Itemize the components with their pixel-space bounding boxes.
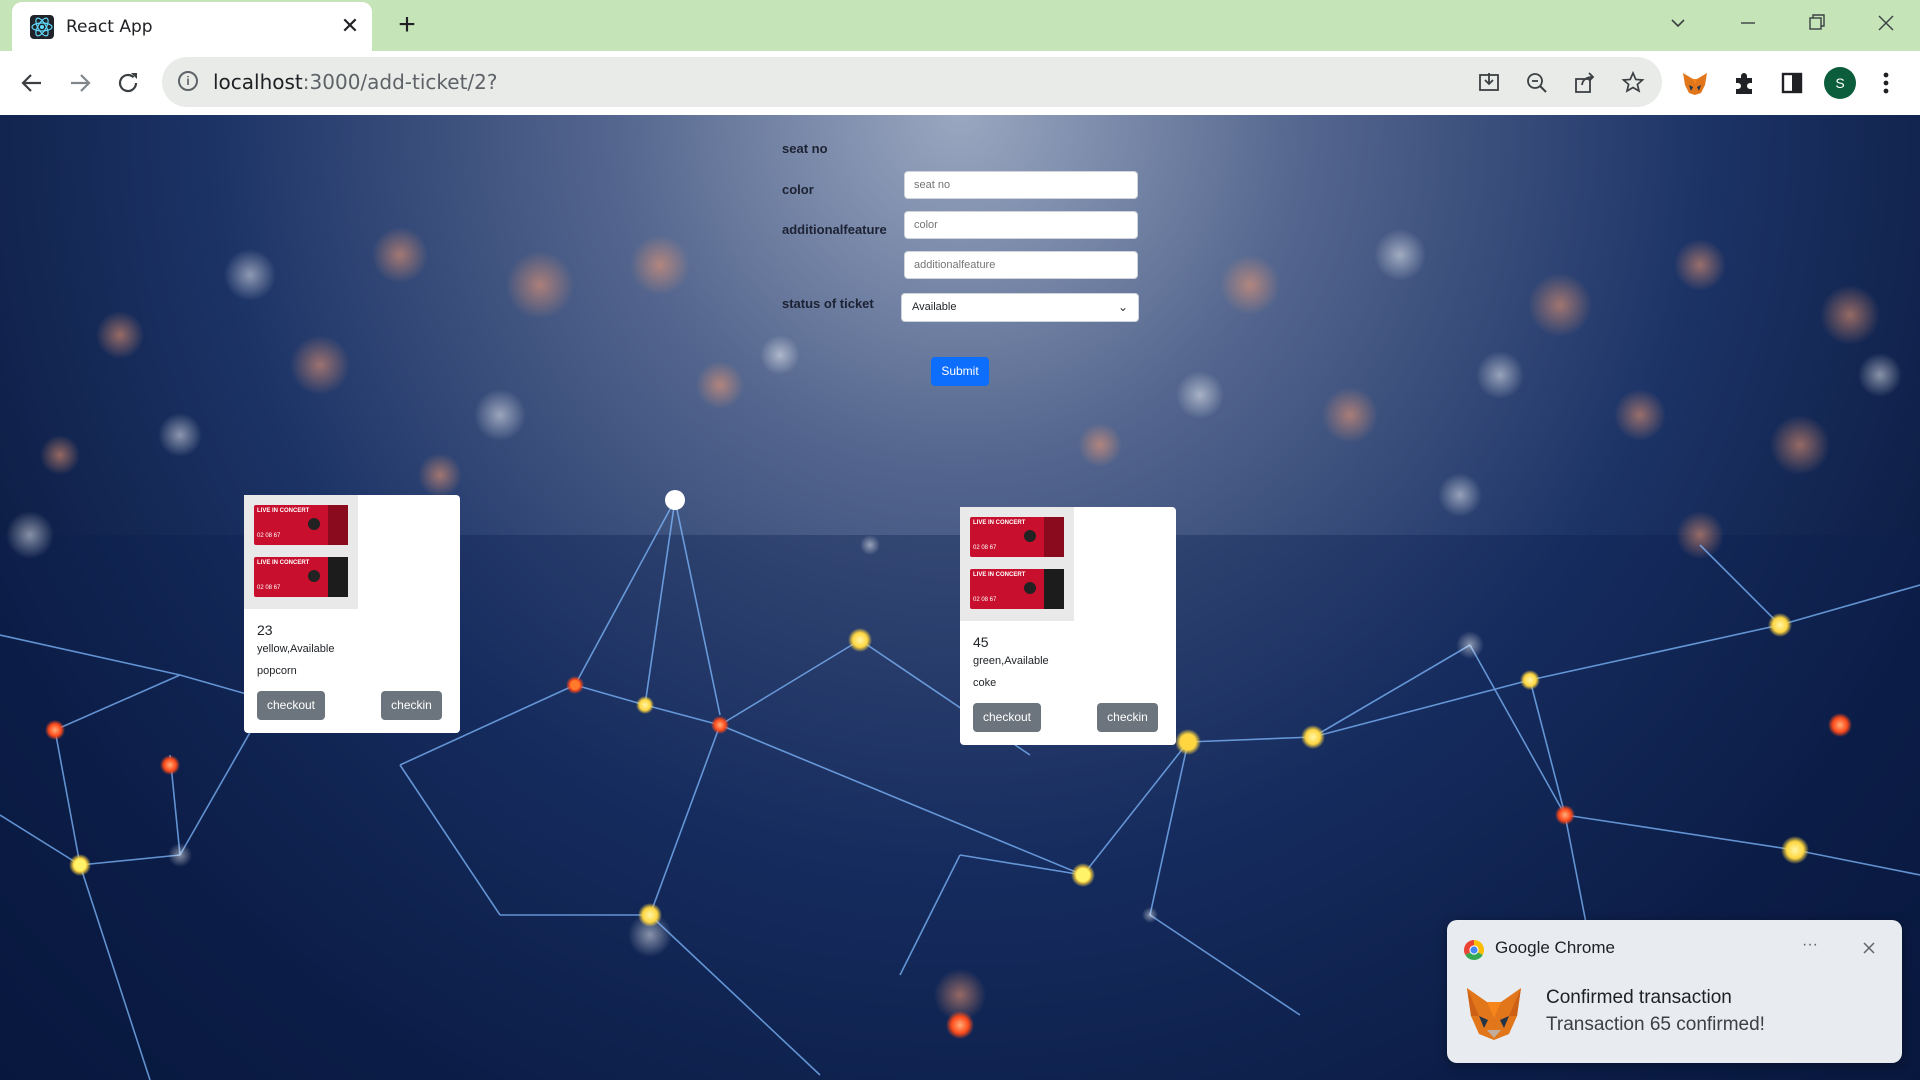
additional-feature-input[interactable] bbox=[904, 251, 1138, 279]
ticket-graphic-number: 02 08 67 bbox=[973, 597, 997, 603]
profile-initial: S bbox=[1835, 75, 1845, 91]
ticket-graphic: LIVE IN CONCERT 02 08 67 bbox=[254, 505, 348, 545]
address-bar[interactable]: i localhost:3000/add-ticket/2? bbox=[162, 57, 1662, 107]
ticket-graphic-text: LIVE IN CONCERT bbox=[973, 572, 1026, 578]
metamask-fox-icon bbox=[1463, 982, 1525, 1044]
checkin-button[interactable]: checkin bbox=[1097, 703, 1158, 732]
react-logo-icon bbox=[30, 15, 54, 39]
seat-no-input[interactable] bbox=[904, 171, 1138, 199]
tab-close-icon[interactable]: ✕ bbox=[337, 13, 363, 39]
ticket-graphic-text: LIVE IN CONCERT bbox=[257, 560, 310, 566]
ticket-graphic: LIVE IN CONCERT 02 08 67 bbox=[254, 557, 348, 597]
zoom-out-icon[interactable] bbox=[1523, 69, 1551, 97]
ticket-graphic: LIVE IN CONCERT 02 08 67 bbox=[970, 517, 1064, 557]
notification-message: Transaction 65 confirmed! bbox=[1546, 1014, 1765, 1035]
close-window-icon[interactable] bbox=[1866, 8, 1906, 38]
ticket-details: green,Available bbox=[973, 655, 1049, 667]
url-text[interactable]: localhost:3000/add-ticket/2? bbox=[213, 70, 498, 94]
install-icon[interactable] bbox=[1475, 69, 1503, 97]
seat-number: 23 bbox=[257, 622, 273, 638]
browser-toolbar: i localhost:3000/add-ticket/2? S bbox=[0, 51, 1920, 116]
seat-number: 45 bbox=[973, 634, 989, 650]
tab-title: React App bbox=[66, 17, 153, 37]
seat-no-label: seat no bbox=[782, 141, 828, 156]
share-icon[interactable] bbox=[1571, 69, 1599, 97]
reload-icon[interactable] bbox=[110, 65, 146, 101]
notification-title: Confirmed transaction bbox=[1546, 987, 1732, 1008]
ticket-card: LIVE IN CONCERT 02 08 67 LIVE IN CONCERT… bbox=[244, 495, 460, 733]
ticket-graphic-text: LIVE IN CONCERT bbox=[973, 520, 1026, 526]
ticket-graphic-number: 02 08 67 bbox=[257, 533, 281, 539]
restore-icon[interactable] bbox=[1796, 8, 1836, 38]
status-selected-value: Available bbox=[912, 301, 957, 313]
chevron-down-icon: ⌄ bbox=[1117, 300, 1128, 314]
ticket-graphic-number: 02 08 67 bbox=[973, 545, 997, 551]
puzzle-extensions-icon[interactable] bbox=[1728, 67, 1760, 99]
ticket-details: yellow,Available bbox=[257, 643, 335, 655]
minimize-icon[interactable] bbox=[1728, 8, 1768, 38]
status-select[interactable]: Available ⌄ bbox=[901, 293, 1139, 322]
ticket-graphic-number: 02 08 67 bbox=[257, 585, 281, 591]
back-arrow-icon[interactable] bbox=[14, 65, 50, 101]
tab-search-icon[interactable] bbox=[1658, 8, 1698, 38]
new-tab-button[interactable]: + bbox=[392, 10, 422, 40]
browser-tab[interactable]: React App ✕ bbox=[12, 2, 372, 51]
status-label: status of ticket bbox=[782, 296, 874, 311]
chrome-notification[interactable]: Google Chrome ··· Confirmed transaction … bbox=[1447, 920, 1902, 1063]
bookmark-star-icon[interactable] bbox=[1619, 69, 1647, 97]
tab-strip: React App ✕ + bbox=[0, 0, 1920, 51]
checkout-button[interactable]: checkout bbox=[973, 703, 1041, 732]
checkin-button[interactable]: checkin bbox=[381, 691, 442, 720]
forward-arrow-icon[interactable] bbox=[62, 65, 98, 101]
chrome-logo-icon bbox=[1464, 940, 1484, 960]
notification-more-icon[interactable]: ··· bbox=[1802, 936, 1818, 954]
ticket-graphic: LIVE IN CONCERT 02 08 67 bbox=[970, 569, 1064, 609]
ticket-feature: coke bbox=[973, 677, 997, 689]
ticket-image: LIVE IN CONCERT 02 08 67 LIVE IN CONCERT… bbox=[960, 507, 1074, 621]
notification-app-name: Google Chrome bbox=[1495, 938, 1616, 957]
ticket-card: LIVE IN CONCERT 02 08 67 LIVE IN CONCERT… bbox=[960, 507, 1176, 745]
notification-close-icon[interactable] bbox=[1859, 938, 1879, 958]
site-info-icon[interactable]: i bbox=[178, 71, 198, 91]
profile-avatar[interactable]: S bbox=[1824, 67, 1856, 99]
ticket-image: LIVE IN CONCERT 02 08 67 LIVE IN CONCERT… bbox=[244, 495, 358, 609]
metamask-fox-icon[interactable] bbox=[1679, 67, 1711, 99]
url-host: localhost bbox=[213, 70, 303, 94]
color-input[interactable] bbox=[904, 211, 1138, 239]
submit-button[interactable]: Submit bbox=[931, 357, 989, 386]
ticket-graphic-text: LIVE IN CONCERT bbox=[257, 508, 310, 514]
url-path: :3000/add-ticket/2? bbox=[302, 70, 498, 94]
side-panel-icon[interactable] bbox=[1776, 67, 1808, 99]
ticket-feature: popcorn bbox=[257, 665, 297, 677]
checkout-button[interactable]: checkout bbox=[257, 691, 325, 720]
additional-feature-label: additionalfeature bbox=[782, 222, 887, 237]
color-label: color bbox=[782, 182, 814, 197]
menu-kebab-icon[interactable] bbox=[1870, 67, 1902, 99]
